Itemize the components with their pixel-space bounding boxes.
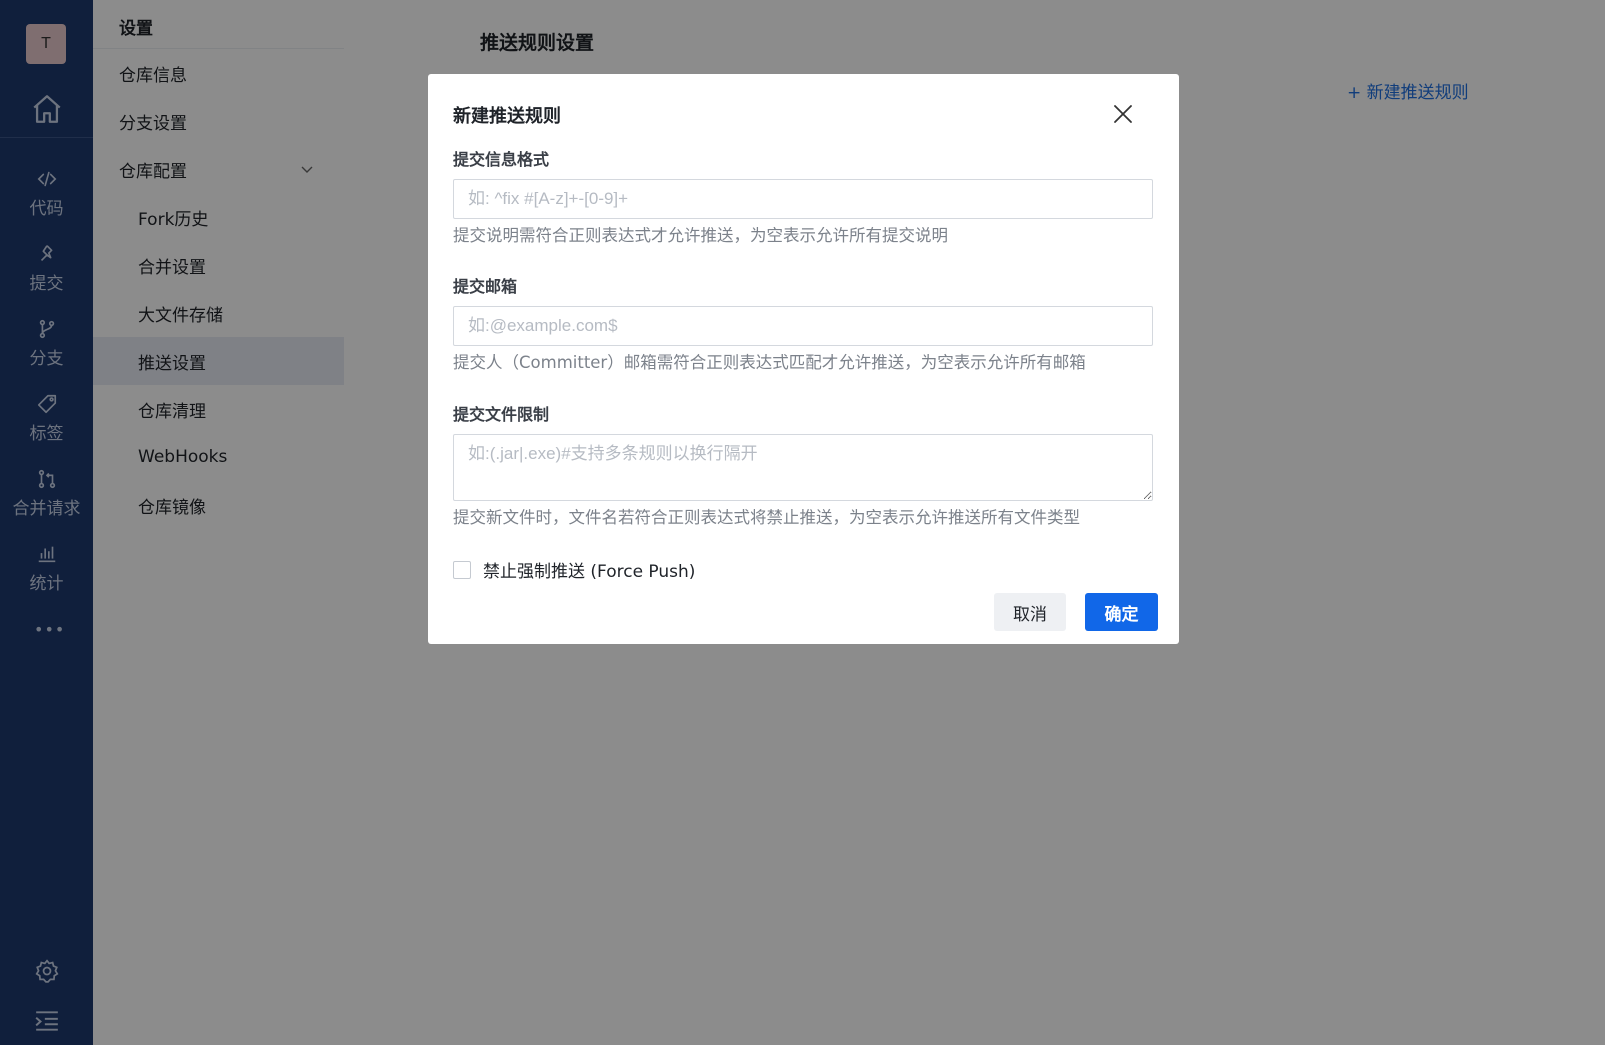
file-limit-label: 提交文件限制 <box>453 405 550 424</box>
commit-message-hint: 提交说明需符合正则表达式才允许推送，为空表示允许所有提交说明 <box>453 226 948 245</box>
confirm-button[interactable]: 确定 <box>1085 593 1158 631</box>
cancel-button[interactable]: 取消 <box>994 593 1066 631</box>
commit-email-input[interactable] <box>453 306 1153 346</box>
force-push-label[interactable]: 禁止强制推送 (Force Push) <box>483 557 695 582</box>
force-push-checkbox[interactable] <box>453 560 471 579</box>
dialog-title: 新建推送规则 <box>453 106 561 127</box>
commit-email-label: 提交邮箱 <box>453 277 518 296</box>
file-limit-hint: 提交新文件时，文件名若符合正则表达式将禁止推送，为空表示允许推送所有文件类型 <box>453 508 1080 527</box>
close-icon[interactable] <box>1112 103 1134 125</box>
commit-message-input[interactable] <box>453 179 1153 219</box>
commit-message-label: 提交信息格式 <box>453 150 550 169</box>
new-push-rule-dialog: 新建推送规则 提交信息格式 提交说明需符合正则表达式才允许推送，为空表示允许所有… <box>428 74 1179 644</box>
file-limit-textarea[interactable] <box>453 434 1153 501</box>
force-push-option[interactable]: 禁止强制推送 (Force Push) <box>453 557 695 582</box>
commit-email-hint: 提交人（Committer）邮箱需符合正则表达式匹配才允许推送，为空表示允许所有… <box>453 353 1086 372</box>
